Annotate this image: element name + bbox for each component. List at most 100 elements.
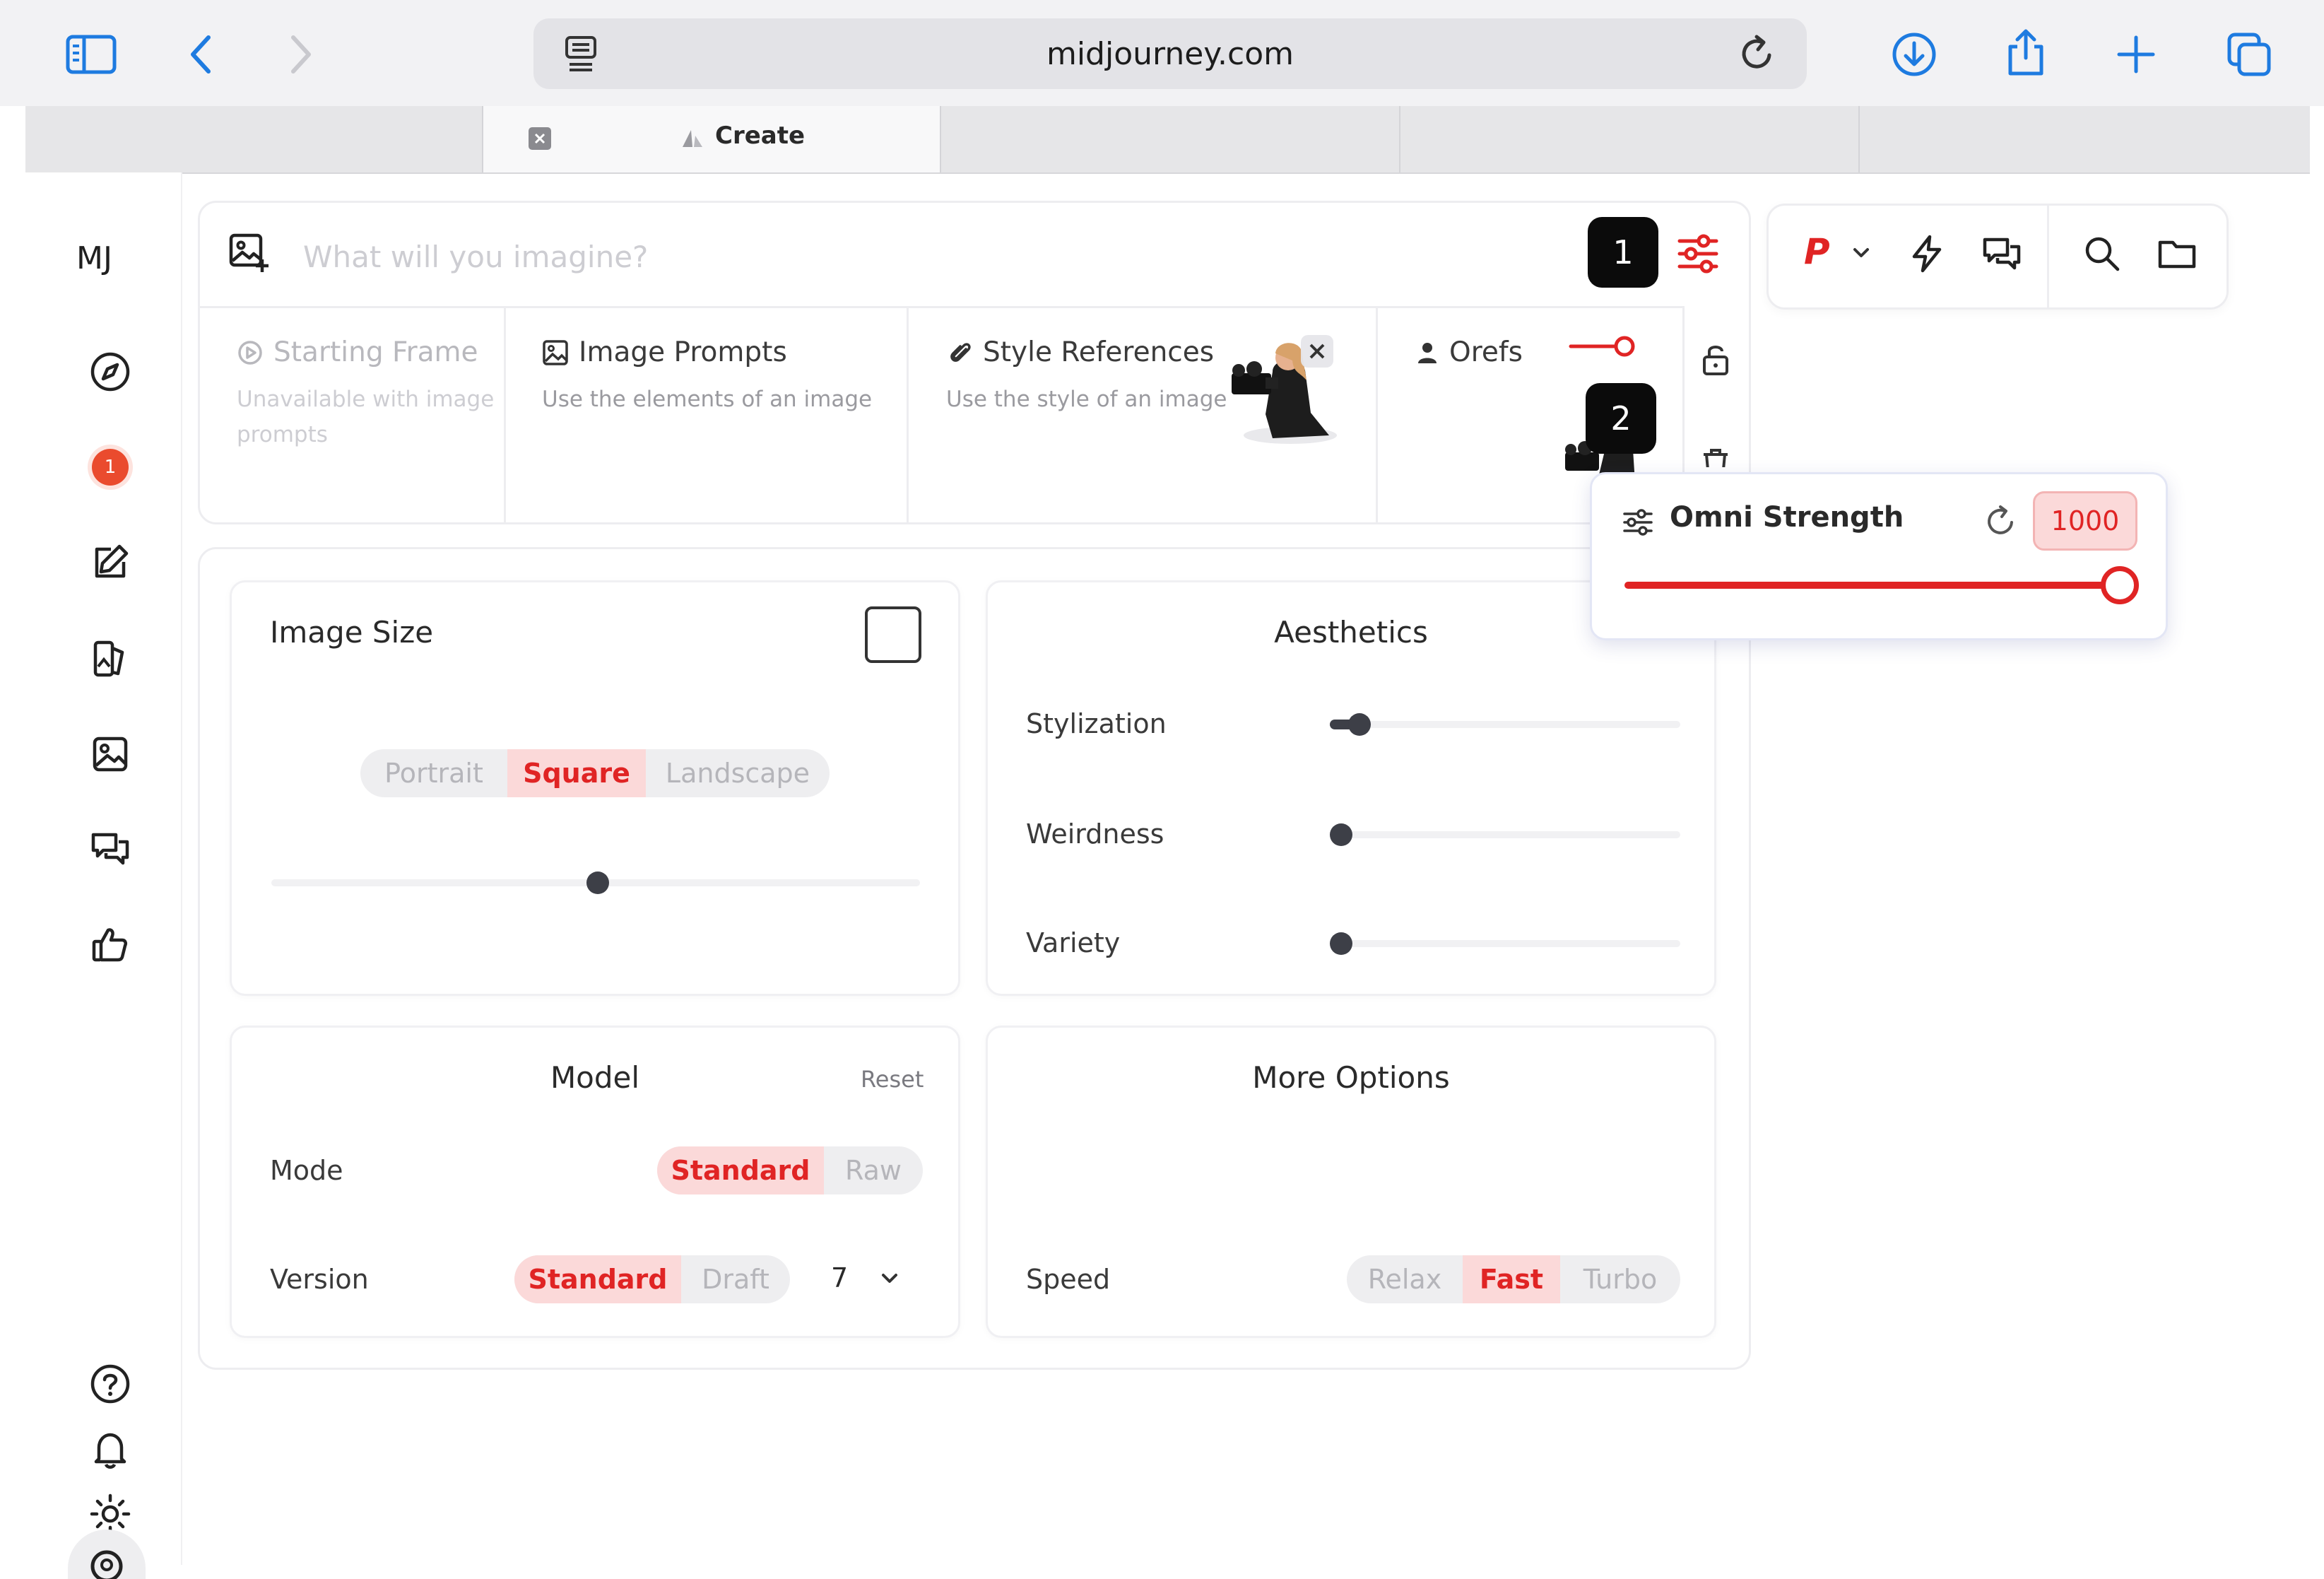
model-title: Model [550, 1060, 640, 1095]
help-icon[interactable] [75, 1349, 146, 1419]
more-options-card: More Options Speed Relax Fast Turbo [986, 1026, 1716, 1338]
notification-badge[interactable]: 1 [75, 432, 146, 503]
person-icon [1415, 341, 1439, 365]
version-number[interactable]: 7 [831, 1262, 848, 1293]
omni-strength-value[interactable]: 1000 [2033, 491, 2137, 551]
speed-turbo[interactable]: Turbo [1560, 1255, 1680, 1303]
orefs-title: Orefs [1449, 336, 1523, 368]
add-image-icon[interactable] [228, 231, 271, 274]
paperclip-icon [946, 339, 973, 366]
search-icon[interactable] [2082, 234, 2122, 274]
omni-strength-label: Omni Strength [1670, 501, 1904, 534]
tab-create[interactable]: Create [483, 106, 940, 172]
notification-count: 1 [92, 449, 129, 486]
mode-standard[interactable]: Standard [657, 1146, 824, 1194]
speed-toggle[interactable]: Relax Fast Turbo [1347, 1255, 1680, 1303]
mode-raw[interactable]: Raw [824, 1146, 923, 1194]
version-chevron-icon[interactable] [879, 1268, 900, 1289]
orientation-landscape[interactable]: Landscape [646, 749, 830, 797]
favicon-icon [680, 127, 705, 151]
tab-bar: Create [25, 106, 2310, 174]
reload-icon[interactable] [1725, 22, 1788, 86]
version-label: Version [270, 1264, 369, 1295]
version-toggle[interactable]: Standard Draft [514, 1255, 790, 1303]
share-icon[interactable] [1994, 21, 2058, 85]
close-tab-icon[interactable] [529, 127, 551, 150]
omni-reset-icon[interactable] [1983, 504, 2017, 538]
right-toolbar: P [1766, 204, 2229, 310]
aspect-ratio-preview [865, 606, 921, 663]
model-reset-button[interactable]: Reset [861, 1066, 924, 1093]
trash-icon[interactable] [1698, 446, 1733, 467]
organize-icon[interactable] [75, 623, 146, 694]
weirdness-label: Weirdness [1026, 818, 1164, 850]
sliders-icon [1622, 505, 1654, 538]
sidebar: MJ 1 [25, 172, 182, 1579]
weirdness-knob[interactable] [1330, 823, 1352, 846]
oref-strength-toggle-icon[interactable] [1568, 332, 1639, 360]
new-tab-icon[interactable] [2104, 23, 2168, 86]
orientation-square[interactable]: Square [507, 749, 646, 797]
variety-slider[interactable] [1330, 940, 1680, 947]
chat-icon[interactable] [1981, 234, 2023, 274]
starting-frame-sub-1: Unavailable with image [237, 387, 495, 412]
chevron-down-icon[interactable] [1851, 242, 1872, 264]
callout-badge-2-overlay: 2 [1586, 383, 1656, 454]
version-draft[interactable]: Draft [681, 1255, 790, 1303]
starting-frame-title: Starting Frame [273, 336, 478, 368]
speed-relax[interactable]: Relax [1347, 1255, 1463, 1303]
explore-icon[interactable] [75, 336, 146, 407]
stylization-slider[interactable] [1330, 721, 1680, 728]
back-icon[interactable] [170, 23, 233, 86]
bell-icon[interactable] [75, 1414, 146, 1484]
settings-panel: Image Size Portrait Square Landscape Aes… [198, 547, 1751, 1370]
speed-fast[interactable]: Fast [1463, 1255, 1560, 1303]
starting-frame-section: Starting Frame Unavailable with image pr… [200, 306, 506, 524]
orientation-toggle[interactable]: Portrait Square Landscape [360, 749, 830, 797]
folder-icon[interactable] [2157, 235, 2197, 272]
mj-logo[interactable]: MJ [76, 240, 112, 276]
variety-label: Variety [1026, 927, 1121, 958]
orientation-portrait[interactable]: Portrait [360, 749, 507, 797]
style-references-subtitle: Use the style of an image [946, 387, 1227, 412]
stylization-knob[interactable] [1348, 713, 1371, 736]
tabs-overview-icon[interactable] [2217, 23, 2281, 86]
mode-toggle[interactable]: Standard Raw [657, 1146, 923, 1194]
edit-icon[interactable] [75, 527, 146, 598]
image-size-title: Image Size [270, 615, 434, 650]
aspect-ratio-knob[interactable] [586, 871, 609, 894]
omni-strength-knob[interactable] [2101, 566, 2139, 604]
personalize-label[interactable]: P [1804, 231, 1830, 272]
stylization-label: Stylization [1026, 708, 1167, 739]
chat-icon[interactable] [75, 814, 146, 885]
forward-icon[interactable] [269, 23, 332, 86]
settings-sliders-icon[interactable] [1675, 231, 1721, 276]
image-size-card: Image Size Portrait Square Landscape [230, 580, 960, 996]
aesthetics-card: Aesthetics Stylization Weirdness Variety [986, 580, 1716, 996]
sidebar-toggle-icon[interactable] [59, 23, 123, 86]
omni-strength-slider[interactable] [1624, 582, 2119, 589]
likes-icon[interactable] [75, 910, 146, 980]
download-icon[interactable] [1882, 23, 1946, 86]
variety-knob[interactable] [1330, 932, 1352, 955]
style-references-title: Style References [983, 336, 1215, 368]
style-references-section[interactable]: Style References Use the style of an ima… [907, 306, 1378, 524]
mode-label: Mode [270, 1155, 343, 1186]
image-prompts-title: Image Prompts [579, 336, 787, 368]
speed-bolt-icon[interactable] [1907, 234, 1947, 274]
lock-icon[interactable] [1698, 341, 1733, 377]
style-reference-thumbnail[interactable] [1223, 329, 1350, 450]
url-text[interactable]: midjourney.com [533, 18, 1807, 89]
weirdness-slider[interactable] [1330, 831, 1680, 838]
omni-strength-popup: Omni Strength 1000 [1590, 472, 2168, 640]
version-standard[interactable]: Standard [514, 1255, 681, 1303]
image-prompt-icon [542, 339, 569, 366]
prompt-box: 1 Starting Frame Unavailable with image … [198, 201, 1751, 524]
starting-frame-sub-2: prompts [237, 422, 328, 447]
address-bar[interactable]: midjourney.com [533, 18, 1807, 89]
play-circle-icon [237, 339, 264, 366]
image-prompts-subtitle: Use the elements of an image [542, 387, 873, 412]
image-gallery-icon[interactable] [75, 719, 146, 790]
prompt-input[interactable] [302, 231, 1689, 282]
image-prompts-section[interactable]: Image Prompts Use the elements of an ima… [504, 306, 909, 524]
